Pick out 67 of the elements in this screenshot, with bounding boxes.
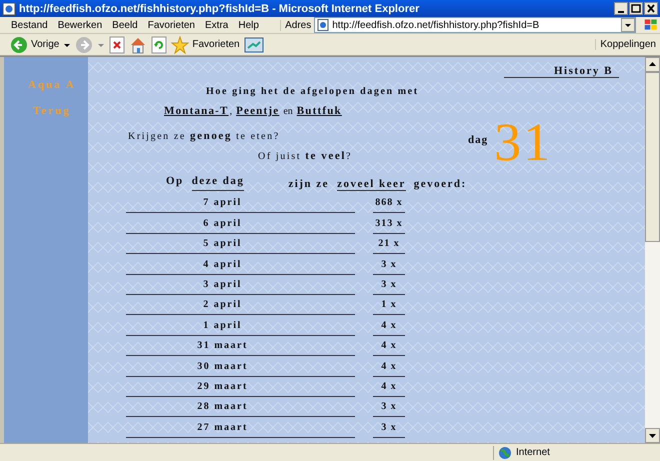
- links-button[interactable]: Koppelingen: [595, 39, 660, 50]
- count-cell: 4 x: [373, 320, 405, 336]
- star-icon: [171, 36, 190, 54]
- count-cell: 4 x: [373, 340, 405, 356]
- date-cell: 27 maart: [126, 422, 355, 438]
- menu-item[interactable]: Favorieten: [142, 20, 200, 30]
- date-cell: 7 april: [126, 197, 355, 214]
- count-cell: 21 x: [373, 238, 405, 254]
- maximize-icon[interactable]: [629, 2, 643, 15]
- stop-icon[interactable]: [109, 36, 126, 54]
- date-cell: 30 maart: [126, 360, 355, 377]
- question-text: Krijgen ze genoeg te eten?: [128, 130, 281, 142]
- header-text: gevoerd:: [414, 178, 467, 191]
- header-text: deze dag: [192, 175, 244, 191]
- fish-link[interactable]: Buttfuk: [296, 105, 342, 117]
- scroll-thumb[interactable]: [645, 72, 660, 242]
- menu-item[interactable]: Extra: [200, 20, 234, 30]
- header-text: zijn ze: [288, 178, 330, 191]
- count-cell: 3 x: [373, 422, 405, 438]
- count-cell: 3 x: [373, 258, 405, 275]
- intro-text: Hoe ging het de afgelopen dagen met: [205, 85, 420, 97]
- separator-text: en: [283, 106, 293, 117]
- menu-item[interactable]: Bewerken: [52, 20, 108, 30]
- count-cell: 1 x: [373, 299, 405, 316]
- globe-icon: [498, 446, 512, 460]
- date-cell: 5 april: [126, 238, 355, 254]
- count-cell: 4 x: [373, 380, 405, 397]
- menu-item[interactable]: Help: [233, 20, 264, 30]
- date-cell: 28 maart: [126, 401, 355, 418]
- count-cell: 4 x: [373, 360, 405, 377]
- count-cell: 3 x: [373, 278, 405, 295]
- date-cell: 3 april: [126, 278, 355, 295]
- separator-text: ,: [230, 106, 232, 117]
- scroll-down-icon[interactable]: [645, 428, 660, 443]
- window-title: http://feedfish.ofzo.net/fishhistory.php?fishId=B - Microsoft Internet Explorer: [19, 2, 420, 14]
- home-icon[interactable]: [129, 36, 148, 54]
- date-cell: 4 april: [126, 258, 355, 275]
- media-icon[interactable]: [244, 36, 264, 54]
- fish-link[interactable]: Montana-T: [164, 105, 229, 117]
- header-text: Op: [166, 175, 184, 189]
- date-cell: 6 april: [126, 218, 355, 234]
- refresh-icon[interactable]: [151, 36, 168, 54]
- header-text: zoveel keer: [337, 178, 406, 191]
- menu-item[interactable]: Bestand: [6, 20, 53, 30]
- date-cell: 29 maart: [126, 380, 355, 397]
- date-cell: 1 april: [126, 320, 355, 336]
- count-cell: 313 x: [373, 218, 405, 234]
- close-icon[interactable]: [644, 2, 658, 15]
- back-button[interactable]: Vorige: [10, 36, 60, 54]
- question-text: Of juist te veel?: [257, 150, 354, 162]
- status-zone-text: Internet: [516, 447, 550, 458]
- day-label: dag: [468, 134, 488, 146]
- favorites-button[interactable]: Favorieten: [171, 36, 240, 54]
- menu-item[interactable]: Beeld: [107, 20, 143, 30]
- count-cell: 3 x: [373, 401, 405, 418]
- minimize-icon[interactable]: [614, 2, 628, 15]
- page-icon: [317, 19, 330, 31]
- address-field[interactable]: http://feedfish.ofzo.net/fishhistory.php?fishId=B: [314, 17, 636, 33]
- day-number: 31: [494, 117, 552, 167]
- fish-link[interactable]: Peentje: [236, 105, 280, 117]
- date-cell: 31 maart: [126, 340, 355, 356]
- scroll-up-icon[interactable]: [645, 57, 660, 72]
- browser-page-icon: [2, 2, 16, 16]
- date-cell: 2 april: [126, 299, 355, 316]
- count-cell: 868 x: [373, 197, 405, 214]
- page-heading: History B: [504, 65, 619, 78]
- scrollbar[interactable]: [645, 57, 660, 443]
